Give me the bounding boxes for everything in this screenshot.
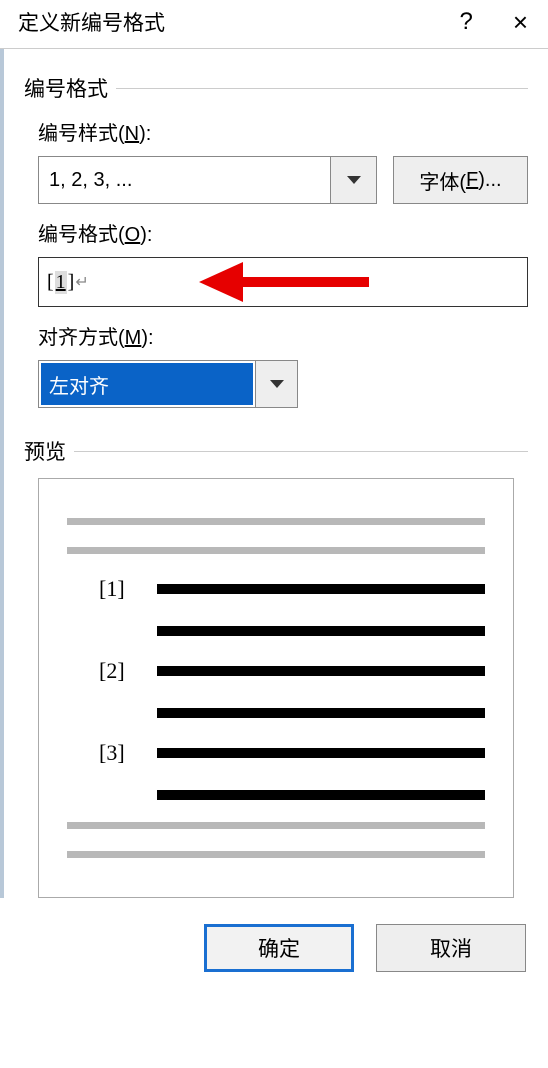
dropdown-button[interactable] <box>255 361 297 407</box>
preview-area: [1] [2] [3] <box>38 478 514 898</box>
preview-gray-bar <box>67 822 485 829</box>
help-button[interactable]: ? <box>459 8 472 36</box>
divider <box>74 451 528 452</box>
section-format-label: 编号格式 <box>24 73 108 103</box>
chevron-down-icon <box>270 380 284 388</box>
section-format-header: 编号格式 <box>24 73 528 103</box>
dialog-buttons: 确定 取消 <box>0 898 548 992</box>
dialog-titlebar: 定义新编号格式 ? × <box>0 0 548 48</box>
chevron-down-icon <box>347 176 361 184</box>
preview-number: [2] <box>99 658 145 684</box>
preview-black-bar <box>157 666 485 676</box>
alignment-select[interactable]: 左对齐 <box>38 360 298 408</box>
preview-black-bar <box>157 708 485 718</box>
dropdown-button[interactable] <box>330 157 376 203</box>
close-button[interactable]: × <box>503 7 538 38</box>
preview-black-bar <box>157 748 485 758</box>
alignment-label: 对齐方式(M): <box>38 321 528 350</box>
number-format-label: 编号格式(O): <box>38 218 528 247</box>
number-format-input[interactable]: [1]↵ <box>38 257 528 307</box>
preview-black-bar <box>157 790 485 800</box>
preview-gray-bar <box>67 851 485 858</box>
dialog-title: 定义新编号格式 <box>18 7 165 37</box>
divider <box>116 88 528 89</box>
alignment-value: 左对齐 <box>41 363 253 405</box>
section-preview-label: 预览 <box>24 436 66 466</box>
preview-item: [2] <box>67 658 485 718</box>
preview-gray-bar <box>67 547 485 554</box>
number-style-value: 1, 2, 3, ... <box>39 157 330 203</box>
ok-button[interactable]: 确定 <box>204 924 354 972</box>
number-style-select[interactable]: 1, 2, 3, ... <box>38 156 377 204</box>
preview-gray-bar <box>67 518 485 525</box>
format-number-field: 1 <box>55 271 67 294</box>
preview-number: [3] <box>99 740 145 766</box>
preview-item: [1] <box>67 576 485 636</box>
cancel-button[interactable]: 取消 <box>376 924 526 972</box>
preview-number: [1] <box>99 576 145 602</box>
preview-black-bar <box>157 584 485 594</box>
annotation-arrow-icon <box>199 267 369 297</box>
number-style-label: 编号样式(N): <box>38 117 528 146</box>
section-preview-header: 预览 <box>24 436 528 466</box>
preview-black-bar <box>157 626 485 636</box>
preview-item: [3] <box>67 740 485 800</box>
font-button[interactable]: 字体(F)... <box>393 156 528 204</box>
